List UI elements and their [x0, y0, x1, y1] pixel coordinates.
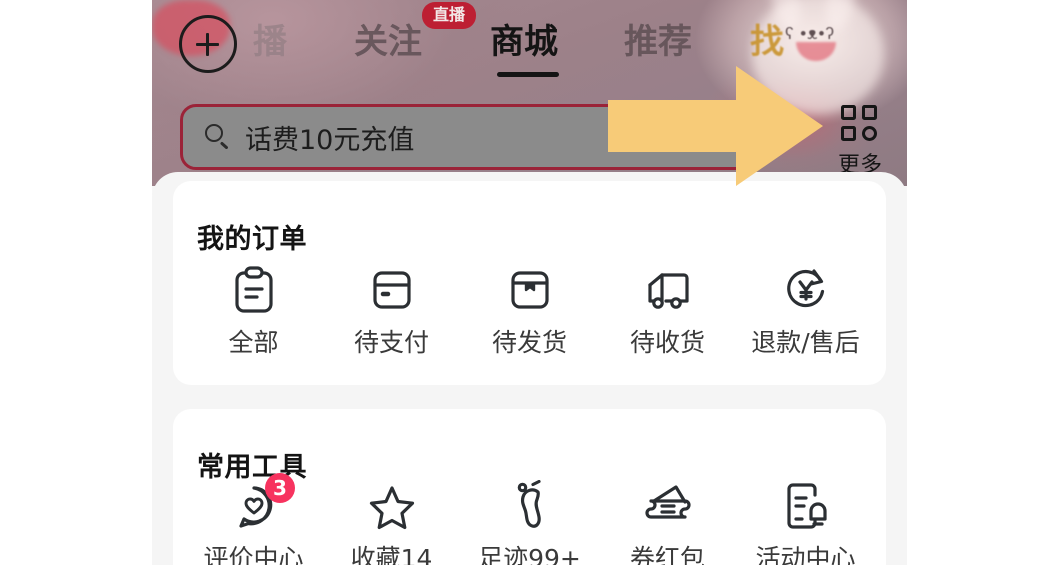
review-center-badge: 3: [265, 473, 295, 503]
truck-icon: [601, 265, 734, 315]
order-item-refund[interactable]: 退款/售后: [739, 265, 872, 359]
tool-item-label: 足迹99+: [478, 544, 581, 565]
coupon-icon: [601, 481, 734, 531]
tool-item-label: 收藏14: [350, 544, 433, 565]
order-item-all[interactable]: 全部: [187, 265, 320, 359]
order-item-label: 退款/售后: [751, 328, 860, 357]
order-item-label: 全部: [228, 328, 279, 357]
order-item-unreceived[interactable]: 待收货: [601, 265, 734, 359]
footprint-icon: [463, 480, 596, 531]
tool-item-footprints[interactable]: 足迹99+: [463, 480, 596, 565]
nav-tab-discover[interactable]: 找: [750, 21, 784, 63]
top-navigation-bar: 播 关注 商城 推荐 找 直播: [152, 0, 907, 92]
order-item-unshipped[interactable]: 待发货: [463, 265, 596, 359]
order-item-unpaid[interactable]: 待支付: [325, 265, 458, 359]
common-tools-card: 常用工具 3 评价中心 收藏14 足迹99+ 券红包 活动中心: [173, 409, 886, 565]
refund-yen-icon: [739, 265, 872, 315]
tool-item-label: 活动中心: [755, 544, 856, 565]
tool-item-favorites[interactable]: 收藏14: [325, 481, 458, 565]
nav-tab-recommend[interactable]: 推荐: [624, 21, 692, 63]
tool-item-review-center[interactable]: 3 评价中心: [187, 473, 320, 565]
my-orders-icon-row: 全部 待支付 待发货 待收货 退款/售后: [187, 265, 872, 359]
more-button[interactable]: 更多: [824, 104, 896, 179]
my-orders-title: 我的订单: [197, 224, 307, 255]
order-item-label: 待支付: [353, 328, 429, 357]
nav-tab-follow[interactable]: 关注: [354, 21, 422, 63]
phone-screenshot: ʕ •ᴥ•ʔ 播 关注 商城 推荐 找 直播 话费10元充值 更多 我的订单 全…: [152, 0, 907, 565]
active-tab-underline: [497, 72, 559, 77]
search-bar[interactable]: 话费10元充值: [180, 104, 770, 170]
card-icon: [325, 265, 458, 315]
tool-item-coupons[interactable]: 券红包: [601, 481, 734, 565]
tool-item-label: 券红包: [629, 544, 705, 565]
bottom-sheet: 我的订单 全部 待支付 待发货 待收货 退款/售后 常用工具 3 评价中心 收藏…: [152, 172, 907, 565]
nav-tab-live-short[interactable]: 播: [253, 21, 287, 63]
clipboard-icon: [187, 265, 320, 315]
star-icon: [325, 481, 458, 531]
order-item-label: 待收货: [629, 328, 705, 357]
search-input-value[interactable]: 话费10元充值: [245, 118, 414, 157]
live-badge[interactable]: 直播: [422, 2, 477, 29]
grid-apps-icon: [840, 104, 880, 144]
nav-tab-mall[interactable]: 商城: [490, 21, 558, 63]
comment-heart-icon: [187, 481, 320, 531]
my-orders-card: 我的订单 全部 待支付 待发货 待收货 退款/售后: [173, 181, 886, 385]
add-button[interactable]: [179, 15, 237, 73]
search-icon: [205, 124, 231, 150]
phone-bell-icon: [739, 481, 872, 531]
tool-item-label: 评价中心: [203, 544, 304, 565]
tool-item-activity-center[interactable]: 活动中心: [739, 481, 872, 565]
box-icon: [463, 265, 596, 315]
common-tools-icon-row: 3 评价中心 收藏14 足迹99+ 券红包 活动中心: [187, 473, 872, 565]
order-item-label: 待发货: [491, 328, 567, 357]
